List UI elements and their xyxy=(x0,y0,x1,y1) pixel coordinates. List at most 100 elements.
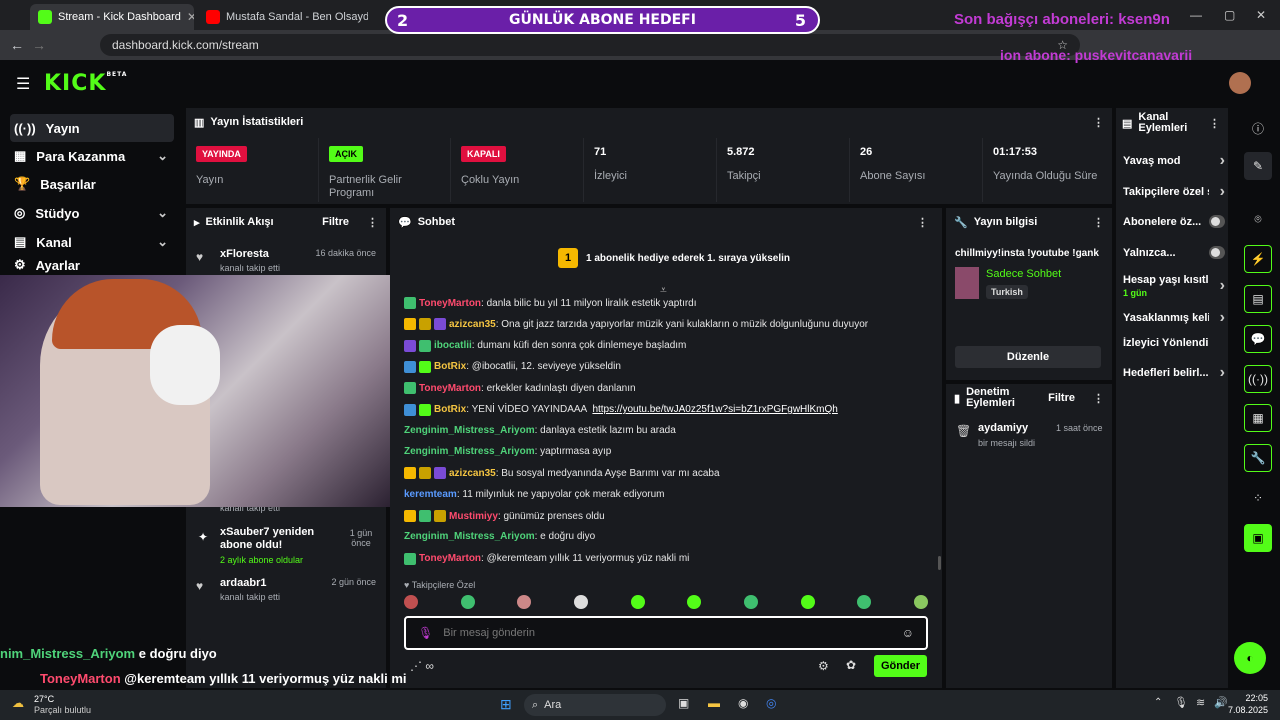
emote-icon[interactable] xyxy=(460,595,475,609)
chrome-icon[interactable]: ◎ xyxy=(766,696,776,710)
windows-start-icon[interactable]: ⊞ xyxy=(500,696,512,713)
chat-username[interactable]: ToneyMarton xyxy=(419,553,481,564)
send-button[interactable]: Gönder xyxy=(874,655,927,677)
gear-icon[interactable]: ⚙ xyxy=(818,659,829,673)
sidebar-item-studyo[interactable]: ◎ Stüdyo ⌄ xyxy=(10,199,174,227)
channel-action-row[interactable]: Hesap yaşı kısıtla 1 gün › xyxy=(1123,274,1225,298)
chat-username[interactable]: keremteam xyxy=(404,489,457,500)
broadcast-icon[interactable]: ((·)) xyxy=(1244,365,1272,393)
emote-icon[interactable] xyxy=(687,595,702,609)
chat-icon[interactable]: 💬 xyxy=(1244,325,1272,353)
channel-action-row[interactable]: Abonelere öz... xyxy=(1123,215,1225,228)
hamburger-menu-icon[interactable]: ☰ xyxy=(16,74,30,94)
mod-action-detail: bir mesajı sildi xyxy=(978,438,1036,448)
info-icon[interactable]: ⓘ xyxy=(1244,114,1272,142)
emote-icon[interactable] xyxy=(913,595,928,609)
chat-badge-icon xyxy=(404,467,416,480)
filter-button[interactable]: Filtre xyxy=(322,216,349,228)
chat-link[interactable]: https://youtu.be/twJA0z25f1w?si=bZ1rxPGF… xyxy=(592,404,837,415)
chat-username[interactable]: BotRix xyxy=(434,361,466,372)
kick-logo[interactable]: KICKBETA xyxy=(44,71,127,96)
close-icon[interactable]: ✕ xyxy=(187,10,194,24)
more-options-icon[interactable]: ⋮ xyxy=(1209,117,1220,130)
channel-action-row[interactable]: Yalnızca... xyxy=(1123,246,1225,259)
browser-tab-kick[interactable]: Stream - Kick Dashboard ✕ xyxy=(30,4,194,30)
browser-tab-youtube[interactable]: Mustafa Sandal - Ben Olsaydı xyxy=(198,4,368,30)
chat-username[interactable]: Zenginim_Mistress_Ariyom xyxy=(404,446,535,457)
chat-input[interactable]: 🎙 Bir mesaj gönderin ☺ xyxy=(404,616,928,650)
chat-text: : günümüz prenses oldu xyxy=(497,510,605,522)
sidebar-item-kanal[interactable]: ▤ Kanal ⌄ xyxy=(10,228,174,256)
help-chat-icon[interactable]: ◐ xyxy=(1234,642,1266,674)
camera-icon[interactable]: ⌾ xyxy=(1244,205,1272,233)
chat-username[interactable]: Zenginim_Mistress_Ariyom xyxy=(404,531,535,542)
channel-action-row[interactable]: Takipçilere özel s › xyxy=(1123,183,1225,201)
emoji-icon[interactable]: ☺ xyxy=(902,626,914,640)
category-name[interactable]: Sadece Sohbet xyxy=(986,268,1061,280)
taskbar-search[interactable]: ⌕ Ara xyxy=(524,694,666,716)
sidebar-item-ayarlar[interactable]: ⚙ Ayarlar xyxy=(10,256,174,274)
channel-action-row[interactable]: Yavaş mod › xyxy=(1123,152,1225,170)
forward-icon[interactable]: → xyxy=(28,37,50,53)
lightning-icon[interactable]: ⚡ xyxy=(1244,245,1272,273)
chat-text: : dumanı küfi den sonra çok dinlemeye ba… xyxy=(471,340,687,352)
minimize-icon[interactable]: — xyxy=(1190,8,1202,22)
chat-username[interactable]: BotRix xyxy=(434,404,466,415)
emote-icon[interactable] xyxy=(630,595,645,609)
chat-username[interactable]: azizcan35 xyxy=(449,319,496,330)
more-options-icon[interactable]: ⋮ xyxy=(917,216,928,229)
apps-icon[interactable]: ⁘ xyxy=(1244,484,1272,512)
emote-icon[interactable] xyxy=(404,595,418,609)
back-icon[interactable]: ← xyxy=(6,37,28,53)
pinned-gift-banner[interactable]: 1 1 abonelik hediye ederek 1. sıraya yük… xyxy=(558,248,790,268)
layout-icon[interactable]: ▦ xyxy=(1244,404,1272,432)
sidebar-item-basarilar[interactable]: 🏆 Başarılar xyxy=(10,170,174,198)
chat-username[interactable]: Zenginim_Mistress_Ariyom xyxy=(404,425,535,436)
tray-chevron-icon[interactable]: ⌃ xyxy=(1154,697,1162,708)
clock-date[interactable]: 7.08.2025 xyxy=(1210,705,1268,715)
avatar[interactable] xyxy=(1229,72,1251,94)
more-options-icon[interactable]: ⋮ xyxy=(367,216,378,229)
app-icon[interactable]: ◉ xyxy=(738,696,748,710)
emote-icon[interactable] xyxy=(857,595,872,609)
microphone-icon[interactable]: 🎙 xyxy=(418,626,433,640)
wifi-icon[interactable]: ≋ xyxy=(1196,696,1205,709)
edit-button[interactable]: Düzenle xyxy=(955,346,1101,368)
task-view-icon[interactable]: ▣ xyxy=(678,696,689,710)
tab-title: Stream - Kick Dashboard xyxy=(58,11,181,23)
channel-action-row[interactable]: Hedefleri belirl... › xyxy=(1123,364,1225,382)
filter-button[interactable]: Filtre xyxy=(1048,392,1075,404)
chat-username[interactable]: ToneyMarton xyxy=(419,383,481,394)
gift-icon[interactable]: ✿ xyxy=(846,658,856,672)
wrench-icon[interactable]: 🔧 xyxy=(1244,444,1272,472)
chat-scrollbar[interactable] xyxy=(938,556,941,570)
document-icon[interactable]: ▤ xyxy=(1244,285,1272,313)
close-window-icon[interactable]: ✕ xyxy=(1256,8,1266,22)
emote-icon[interactable] xyxy=(743,595,758,609)
chat-username[interactable]: azizcan35 xyxy=(449,468,496,479)
toggle-switch[interactable] xyxy=(1209,246,1225,259)
pencil-icon[interactable]: ✎ xyxy=(1244,152,1272,180)
maximize-icon[interactable]: ▢ xyxy=(1224,8,1235,22)
chevron-down-icon[interactable]: ⩡ xyxy=(660,283,667,298)
clock-time[interactable]: 22:05 xyxy=(1220,693,1268,703)
file-explorer-icon[interactable]: ▬ xyxy=(708,696,720,710)
channel-action-row[interactable]: İzleyici Yönlendir xyxy=(1123,337,1225,349)
sidebar-item-para-kazanma[interactable]: ▦ Para Kazanma ⌄ xyxy=(10,142,174,170)
microphone-icon[interactable]: 🎙 xyxy=(1174,696,1188,709)
emote-icon[interactable] xyxy=(517,595,532,609)
channel-action-row[interactable]: Yasaklanmış kelim› xyxy=(1123,309,1225,327)
url-bar[interactable]: dashboard.kick.com/stream ☆ xyxy=(100,34,1080,56)
emote-icon[interactable] xyxy=(800,595,815,609)
toggle-switch[interactable] xyxy=(1209,215,1225,228)
emote-icon[interactable] xyxy=(573,595,588,609)
chat-username[interactable]: Mustimiyy xyxy=(449,511,498,522)
chat-username[interactable]: ToneyMarton xyxy=(419,298,481,309)
more-options-icon[interactable]: ⋮ xyxy=(1093,216,1104,229)
more-options-icon[interactable]: ⋮ xyxy=(1093,116,1104,129)
more-options-icon[interactable]: ⋮ xyxy=(1093,392,1104,405)
sidebar-item-yayin[interactable]: ((·)) Yayın xyxy=(10,114,174,142)
kick-app-icon[interactable]: ▣ xyxy=(1244,524,1272,552)
chat-username[interactable]: ibocatlii xyxy=(434,340,472,351)
chat-tools-icon[interactable]: ⋰ ∞ xyxy=(410,659,434,673)
